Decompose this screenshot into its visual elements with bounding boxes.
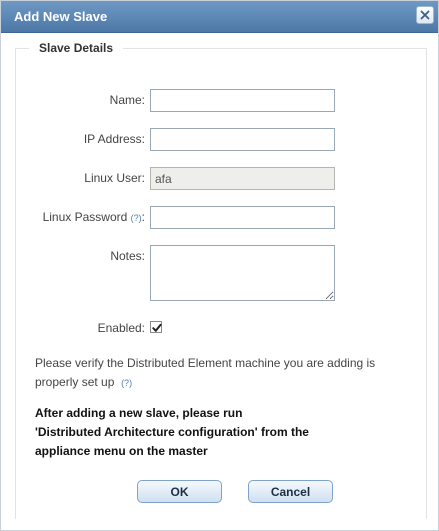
linux-password-help-link[interactable]: (?) [131, 213, 142, 223]
name-input[interactable] [150, 89, 335, 112]
linux-password-colon: : [141, 210, 145, 224]
notice-line-1: After adding a new slave, please run [35, 406, 243, 420]
dialog-title: Add New Slave [14, 9, 108, 24]
name-label: Name: [109, 93, 145, 107]
ip-address-input[interactable] [150, 128, 335, 151]
enabled-label: Enabled: [97, 321, 145, 335]
verify-text: Please verify the Distributed Element ma… [35, 356, 376, 389]
post-add-notice: After adding a new slave, please run 'Di… [35, 404, 405, 461]
notice-line-2: 'Distributed Architecture configuration'… [35, 425, 309, 439]
linux-password-label: Linux Password [42, 210, 128, 224]
linux-password-label-row: Linux Password (?): [15, 210, 145, 224]
ip-address-label: IP Address: [83, 132, 145, 146]
linux-password-input[interactable] [150, 206, 335, 229]
dialog-titlebar[interactable]: Add New Slave [1, 1, 438, 33]
checkmark-icon [152, 323, 162, 332]
verify-help-link[interactable]: (?) [121, 378, 132, 388]
notice-line-3: appliance menu on the master [35, 444, 208, 458]
ok-button[interactable]: OK [137, 480, 222, 503]
linux-user-label: Linux User: [84, 171, 145, 185]
close-icon [420, 10, 430, 20]
notes-textarea[interactable] [150, 245, 335, 301]
notes-label: Notes: [110, 249, 145, 263]
add-new-slave-dialog: Add New Slave Slave Details Name: IP Add… [0, 0, 439, 531]
close-button[interactable] [416, 6, 434, 24]
section-legend: Slave Details [39, 41, 114, 55]
linux-user-input [150, 167, 335, 190]
enabled-checkbox[interactable] [150, 321, 162, 333]
cancel-button[interactable]: Cancel [248, 480, 333, 503]
verify-message: Please verify the Distributed Element ma… [35, 354, 415, 393]
